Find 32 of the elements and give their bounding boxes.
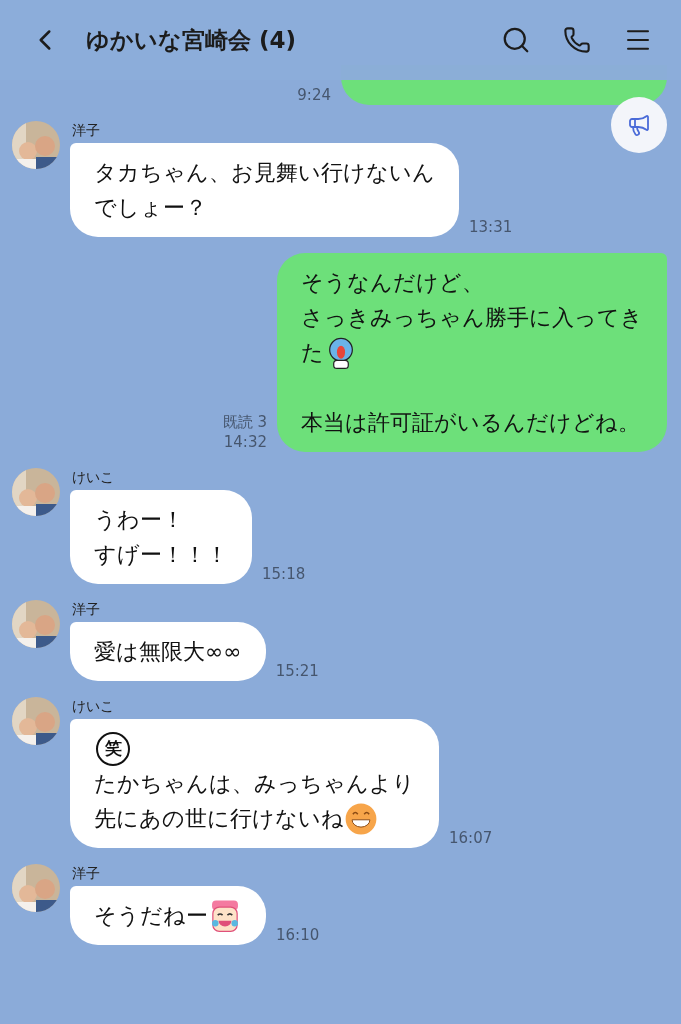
announcement-button[interactable] [611,97,667,153]
message-time: 9:24 [297,85,331,105]
message-text: たかちゃんは、みっちゃんより [94,770,415,798]
message-text: さっきみっちゃん勝手に入ってき [301,304,643,332]
laugh-stamp: 笑 [96,731,130,766]
message-text: 先にあの世に行けないね [94,805,344,833]
message-time: 15:21 [275,661,319,681]
message-text: うわー！ [94,506,184,534]
message-text: そうだねー [94,902,208,930]
phone-icon [563,26,591,54]
message-text: 本当は許可証がいるんだけどね。 [301,409,640,437]
message-time: 15:18 [262,564,306,584]
message-time: 16:07 [449,828,493,848]
sender-name: 洋子 [71,600,101,618]
search-icon [501,25,531,55]
message-time: 16:10 [276,925,320,945]
sender-name: けいこ [71,697,115,715]
message-text: そうなんだけど、 [301,269,484,297]
megaphone-icon [627,113,651,137]
sender-name: 洋子 [71,864,101,882]
sender-name: けいこ [71,468,115,486]
message-text: た [301,339,324,367]
message-text: すげー！！！ [94,541,228,569]
sender-name: 洋子 [71,121,101,139]
message-time: 14:32 [223,432,267,452]
message-text: でしょー？ [94,194,207,222]
chat-title: ゆかいな宮崎会 (4) [85,25,298,55]
message-text: タカちゃん、お見舞い行けないん [94,159,435,187]
message-text: 愛は無限大∞∞ [94,638,242,666]
grinning-face-icon [344,801,378,836]
message-time: 13:31 [469,217,513,237]
read-receipt: 既読 3 [222,412,267,432]
